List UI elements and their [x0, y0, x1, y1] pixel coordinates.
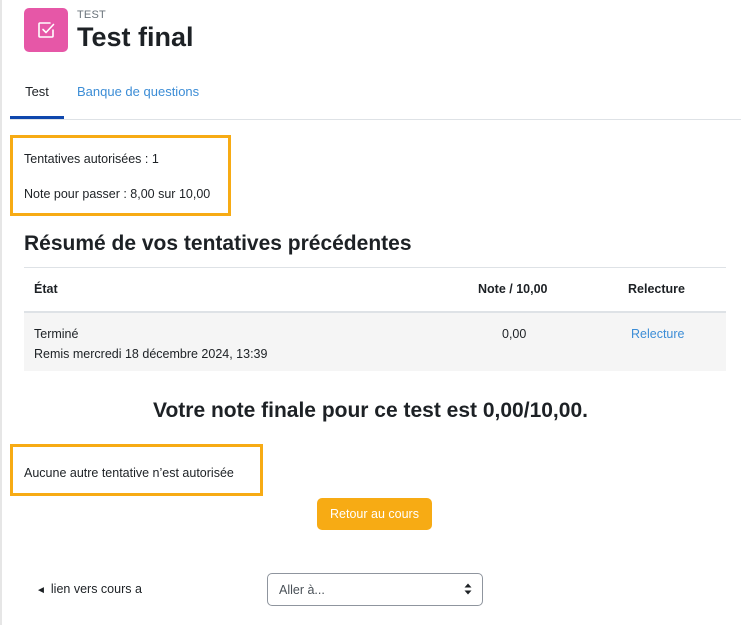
column-state: État: [34, 282, 58, 296]
table-header: État Note / 10,00 Relecture: [24, 267, 726, 313]
summary-title: Résumé de vos tentatives précédentes: [24, 232, 412, 255]
review-link[interactable]: Relecture: [631, 327, 685, 341]
previous-activity-label: lien vers cours a: [50, 582, 142, 596]
attempt-state: Terminé: [34, 327, 79, 341]
previous-activity-link[interactable]: ◄ lien vers cours a: [36, 582, 142, 596]
quiz-checkbox-icon: [24, 8, 68, 52]
pass-grade: Note pour passer : 8,00 sur 10,00: [24, 187, 211, 201]
attempt-grade: 0,00: [502, 327, 527, 341]
column-grade: Note / 10,00: [478, 282, 548, 296]
table-row: Terminé Remis mercredi 18 décembre 2024,…: [24, 313, 726, 371]
final-grade: Votre note finale pour ce test est 0,00/…: [153, 399, 588, 422]
tab-test[interactable]: Test: [10, 72, 64, 119]
jump-to-select[interactable]: Aller à...: [267, 573, 483, 606]
module-type-label: TEST: [77, 9, 106, 21]
secondary-navigation: Test Banque de questions: [10, 72, 741, 120]
back-to-course-button[interactable]: Retour au cours: [317, 498, 432, 530]
page-left-border: [0, 0, 2, 625]
left-triangle-icon: ◄: [36, 585, 46, 596]
attempts-allowed: Tentatives autorisées : 1: [24, 152, 159, 166]
tab-question-bank[interactable]: Banque de questions: [77, 72, 199, 118]
select-updown-icon: [464, 583, 472, 595]
no-more-attempts-message: Aucune autre tentative n’est autorisée: [24, 466, 234, 480]
attempts-table: État Note / 10,00 Relecture Terminé Remi…: [24, 267, 726, 371]
quiz-info-highlight: [10, 135, 231, 216]
attempt-submitted: Remis mercredi 18 décembre 2024, 13:39: [34, 347, 268, 361]
column-review: Relecture: [628, 282, 685, 296]
jump-to-selected-value: Aller à...: [279, 583, 325, 597]
page-title: Test final: [77, 22, 194, 52]
